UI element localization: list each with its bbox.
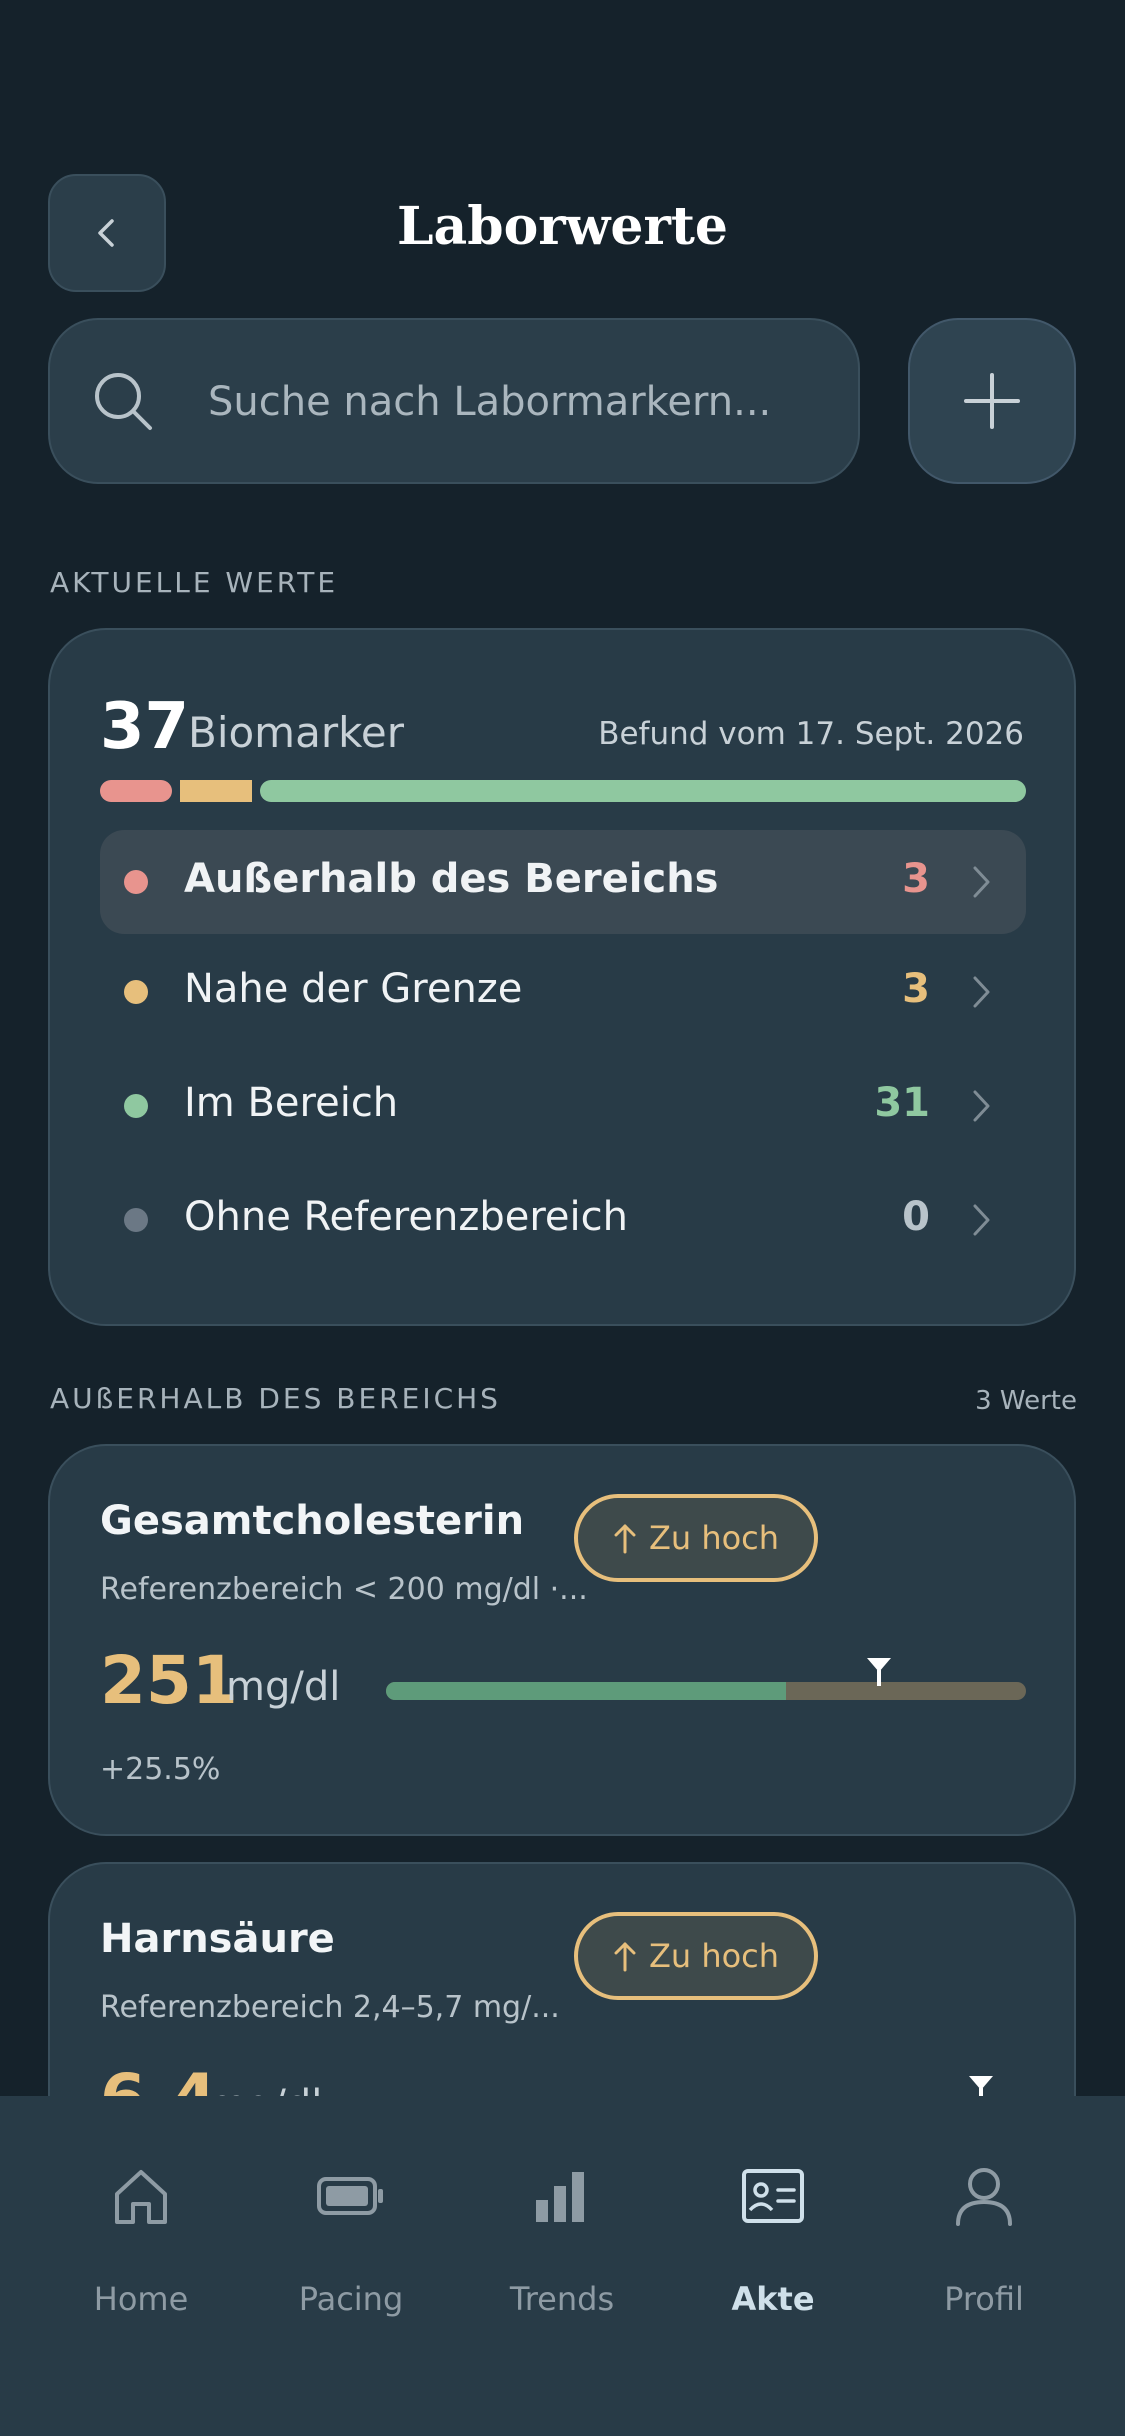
arrow-up-icon bbox=[614, 1524, 636, 1554]
bar-chart-icon bbox=[536, 2172, 584, 2222]
status-label: Ohne Referenzbereich bbox=[184, 1194, 628, 1240]
summary-card: 37 Biomarker Befund vom 17. Sept. 2026 A… bbox=[48, 628, 1076, 1326]
marker-reference: Referenzbereich 2,4–5,7 mg/... bbox=[100, 1990, 560, 2025]
page-title: Laborwerte bbox=[396, 196, 729, 257]
status-label: Außerhalb des Bereichs bbox=[184, 856, 719, 902]
nav-item-pacing[interactable]: Pacing bbox=[251, 2156, 451, 2318]
distribution-bar-in bbox=[260, 780, 1026, 802]
status-count: 3 bbox=[902, 856, 930, 902]
home-icon bbox=[115, 2170, 167, 2224]
nav-item-trends[interactable]: Trends bbox=[462, 2156, 662, 2318]
status-row-no-reference[interactable]: Ohne Referenzbereich 0 bbox=[100, 1168, 1026, 1272]
nav-label: Akte bbox=[731, 2280, 815, 2318]
distribution-bar-near bbox=[180, 780, 252, 802]
range-normal-segment bbox=[386, 1682, 786, 1700]
nav-label: Profil bbox=[944, 2280, 1024, 2318]
marker-unit: mg/dl bbox=[226, 1664, 341, 1710]
section-label-out-of-range: AUßERHALB DES BEREICHS bbox=[50, 1382, 501, 1415]
status-count: 0 bbox=[902, 1194, 930, 1240]
nav-item-profil[interactable]: Profil bbox=[884, 2156, 1084, 2318]
badge-label: Zu hoch bbox=[648, 1519, 780, 1557]
section-label-current: AKTUELLE WERTE bbox=[50, 566, 339, 599]
biomarker-count-label: Biomarker bbox=[188, 708, 405, 757]
status-dot bbox=[124, 980, 148, 1004]
status-row-near-limit[interactable]: Nahe der Grenze 3 bbox=[100, 940, 1026, 1044]
add-button[interactable] bbox=[908, 318, 1076, 484]
nav-label: Pacing bbox=[298, 2280, 404, 2318]
search-bar[interactable] bbox=[48, 318, 860, 484]
nav-item-home[interactable]: Home bbox=[41, 2156, 241, 2318]
out-of-range-count: 3 Werte bbox=[975, 1386, 1077, 1416]
chevron-right-icon bbox=[973, 1090, 990, 1122]
marker-value: 251 bbox=[100, 1642, 238, 1719]
chevron-right-icon bbox=[973, 1204, 990, 1236]
range-track bbox=[386, 1682, 1026, 1700]
distribution-bar-out bbox=[100, 780, 172, 802]
marker-change: +25.5% bbox=[100, 1752, 221, 1787]
status-row-out-of-range[interactable]: Außerhalb des Bereichs 3 bbox=[100, 830, 1026, 934]
marker-card-cholesterol[interactable]: Gesamtcholesterin Referenzbereich < 200 … bbox=[48, 1444, 1076, 1836]
status-label: Im Bereich bbox=[184, 1080, 399, 1126]
value-marker-icon bbox=[866, 1658, 891, 1686]
arrow-up-icon bbox=[614, 1942, 636, 1972]
marker-reference: Referenzbereich < 200 mg/dl ·... bbox=[100, 1572, 588, 1607]
chevron-right-icon bbox=[973, 976, 990, 1008]
search-icon bbox=[95, 373, 152, 430]
battery-icon bbox=[317, 2177, 383, 2215]
id-card-icon bbox=[742, 2169, 804, 2223]
plus-icon bbox=[964, 373, 1020, 429]
marker-name: Gesamtcholesterin bbox=[100, 1498, 525, 1544]
badge-label: Zu hoch bbox=[648, 1937, 780, 1975]
nav-label: Home bbox=[93, 2280, 189, 2318]
biomarker-count: 37 bbox=[100, 690, 190, 764]
status-badge: Zu hoch bbox=[574, 1494, 818, 1582]
status-label: Nahe der Grenze bbox=[184, 966, 523, 1012]
status-dot bbox=[124, 870, 148, 894]
search-input[interactable] bbox=[206, 320, 830, 484]
status-dot bbox=[124, 1208, 148, 1232]
user-icon bbox=[956, 2168, 1012, 2226]
bottom-nav: Home Pacing Trends Akte Profil bbox=[0, 2096, 1125, 2436]
status-badge: Zu hoch bbox=[574, 1912, 818, 2000]
report-date: Befund vom 17. Sept. 2026 bbox=[598, 716, 1024, 752]
chevron-right-icon bbox=[973, 866, 990, 898]
status-count: 31 bbox=[874, 1080, 930, 1126]
status-row-in-range[interactable]: Im Bereich 31 bbox=[100, 1054, 1026, 1158]
nav-item-akte[interactable]: Akte bbox=[673, 2156, 873, 2318]
nav-label: Trends bbox=[509, 2280, 615, 2318]
status-count: 3 bbox=[902, 966, 930, 1012]
marker-name: Harnsäure bbox=[100, 1916, 335, 1962]
status-dot bbox=[124, 1094, 148, 1118]
